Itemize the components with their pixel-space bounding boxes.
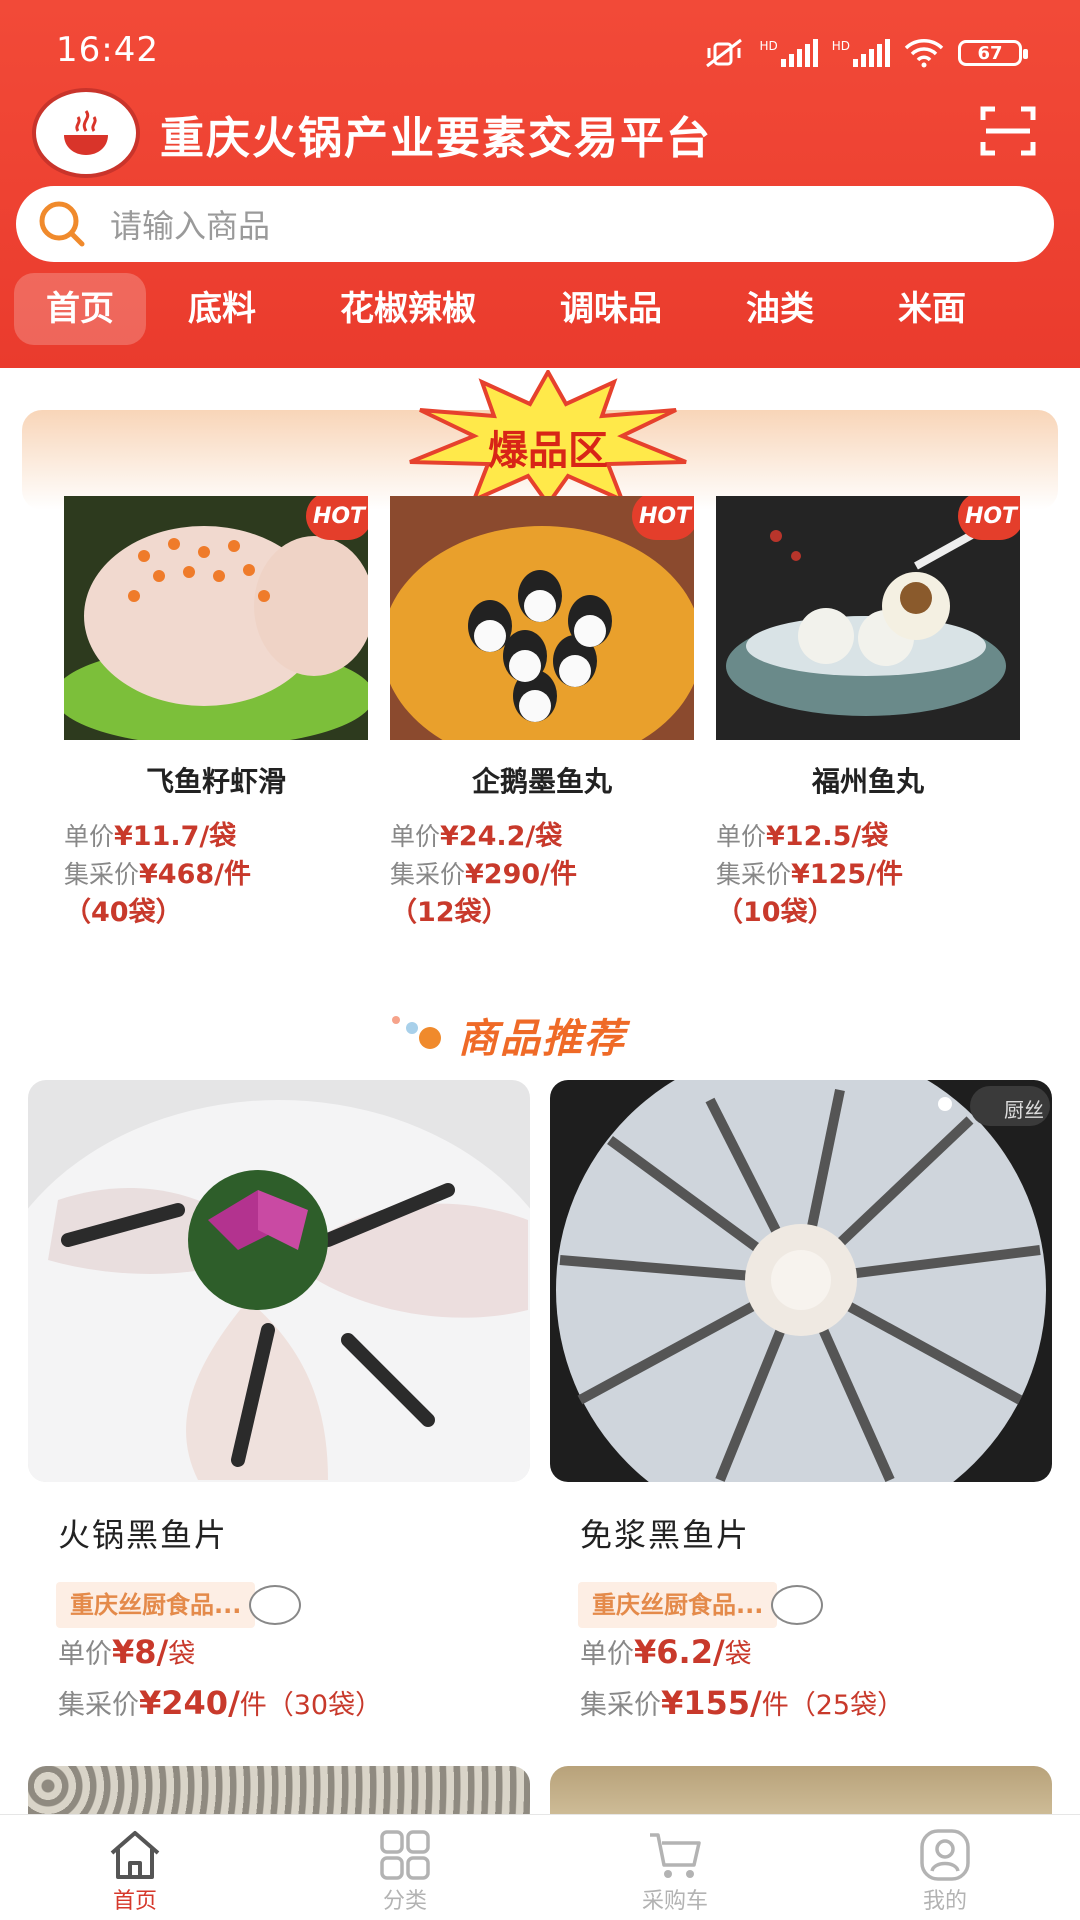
- cart-icon: [650, 1833, 701, 1878]
- hot-item-name: 企鹅墨鱼丸: [471, 765, 612, 798]
- shop-avatar: [771, 1585, 824, 1625]
- tab-seasoning[interactable]: 调味品: [518, 273, 704, 345]
- hot-item-price: 单价¥12.5/袋 集采价¥125/件（10袋）: [716, 821, 904, 928]
- shop-tag[interactable]: 重庆丝厨食品...: [56, 1582, 530, 1628]
- bottom-tab-bar: 首页 分类 采购车 我的: [0, 1814, 1080, 1920]
- tab-pepper[interactable]: 花椒辣椒: [298, 273, 518, 345]
- wifi-icon: [904, 39, 944, 68]
- scan-button[interactable]: [980, 106, 1036, 156]
- tabbar-cart[interactable]: 采购车: [540, 1815, 810, 1920]
- dots-icon: [392, 1016, 441, 1049]
- hot-badge: HOT: [306, 496, 368, 540]
- product-grid: 火锅黑鱼片 重庆丝厨食品... 单价¥8/袋 集采价¥240/件（30袋） 厨丝…: [28, 1080, 1052, 1730]
- tabbar-category[interactable]: 分类: [270, 1815, 540, 1920]
- product-name: 火锅黑鱼片: [58, 1516, 229, 1554]
- recommend-heading: 商品推荐: [390, 1006, 710, 1066]
- search-input[interactable]: 请输入商品: [16, 186, 1054, 262]
- hot-item[interactable]: HOT 企鹅墨鱼丸 单价¥24.2/袋 集采价¥290/件（12袋）: [390, 496, 694, 932]
- hot-item-name: 福州鱼丸: [811, 765, 924, 798]
- product-card-partial[interactable]: [550, 1766, 1052, 1814]
- shop-name: 重庆丝厨食品...: [56, 1582, 256, 1628]
- product-card[interactable]: 厨丝 免浆黑鱼片 重庆丝厨食品... 单价¥6.2/袋 集采价¥155/件（25…: [550, 1080, 1052, 1730]
- recommend-title: 商品推荐: [458, 1016, 626, 1062]
- product-card[interactable]: 火锅黑鱼片 重庆丝厨食品... 单价¥8/袋 集采价¥240/件（30袋）: [28, 1080, 530, 1730]
- header: 16:42 HD HD 67 重庆火锅产业要素交易平台 请输入商品 首页 底料 …: [0, 0, 1080, 368]
- hot-item-price: 单价¥24.2/袋 集采价¥290/件（12袋）: [390, 821, 578, 928]
- app-logo: [32, 88, 140, 178]
- product-price: 单价¥6.2/袋 集采价¥155/件（25袋）: [580, 1633, 905, 1722]
- hot-item-name: 飞鱼籽虾滑: [145, 765, 286, 798]
- shop-name: 重庆丝厨食品...: [578, 1582, 778, 1628]
- title-bar: 重庆火锅产业要素交易平台: [0, 82, 1080, 182]
- hot-zone-title: 爆品区: [488, 428, 608, 474]
- tab-rice-flour[interactable]: 米面: [856, 273, 1008, 345]
- hot-badge: HOT: [632, 496, 694, 540]
- search-icon: [39, 201, 85, 247]
- app-title: 重庆火锅产业要素交易平台: [160, 113, 712, 164]
- tab-base[interactable]: 底料: [146, 273, 298, 345]
- signal-2-icon: HD: [832, 39, 890, 67]
- watermark-text: 厨丝: [1004, 1098, 1044, 1122]
- product-image: [28, 1080, 530, 1482]
- tabbar-home[interactable]: 首页: [0, 1815, 270, 1920]
- hot-list: HOT 飞鱼籽虾滑 单价¥11.7/袋 集采价¥468/件 （40袋） HOT …: [64, 496, 1020, 932]
- shop-tag[interactable]: 重庆丝厨食品...: [578, 1582, 1052, 1628]
- status-icons: HD HD 67: [705, 38, 1028, 68]
- search-placeholder: 请输入商品: [110, 207, 271, 245]
- status-time: 16:42: [56, 30, 159, 70]
- hot-item[interactable]: HOT 福州鱼丸 单价¥12.5/袋 集采价¥125/件（10袋）: [716, 496, 1020, 932]
- product-price: 单价¥8/袋 集采价¥240/件（30袋）: [58, 1633, 383, 1722]
- scan-icon: [980, 106, 1036, 156]
- category-tabs: 首页 底料 花椒辣椒 调味品 油类 米面: [0, 272, 1080, 346]
- hot-item-price: 单价¥11.7/袋 集采价¥468/件 （40袋）: [64, 821, 252, 928]
- hot-badge: HOT: [958, 496, 1020, 540]
- product-image: HOT: [64, 496, 368, 740]
- hotpot-logo-icon: [64, 110, 108, 155]
- product-card-partial[interactable]: [28, 1766, 530, 1814]
- battery-icon: 67: [958, 40, 1028, 66]
- product-image: HOT: [390, 496, 694, 740]
- grid-icon: [380, 1830, 430, 1880]
- user-icon: [920, 1829, 970, 1881]
- product-image: 厨丝: [550, 1080, 1052, 1482]
- mute-vibrate-icon: [706, 38, 743, 68]
- shop-avatar: [249, 1585, 302, 1625]
- product-image: HOT: [716, 496, 1020, 740]
- tab-home[interactable]: 首页: [14, 273, 146, 345]
- signal-1-icon: HD: [759, 39, 818, 67]
- product-name: 免浆黑鱼片: [580, 1516, 751, 1554]
- home-icon: [110, 1831, 160, 1879]
- tabbar-mine[interactable]: 我的: [810, 1815, 1080, 1920]
- hot-item[interactable]: HOT 飞鱼籽虾滑 单价¥11.7/袋 集采价¥468/件 （40袋）: [64, 496, 368, 932]
- tab-oil[interactable]: 油类: [704, 273, 856, 345]
- hot-zone: 爆品区 HOT 飞鱼籽虾滑 单价¥11.7/袋 集采价¥468/件 （40袋） …: [22, 370, 1058, 950]
